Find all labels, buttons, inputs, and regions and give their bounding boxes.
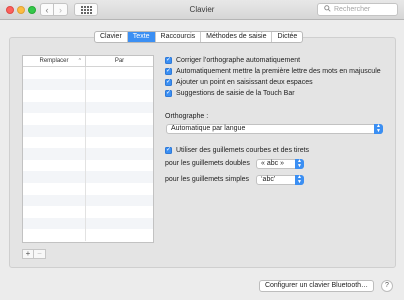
table-row bbox=[23, 171, 153, 183]
configure-bluetooth-keyboard-button[interactable]: Configurer un clavier Bluetooth… bbox=[259, 280, 374, 292]
search-placeholder: Rechercher bbox=[334, 6, 371, 13]
single-quotes-value: ‘abc’ bbox=[261, 176, 276, 183]
table-header: Remplacer ^ Par bbox=[23, 56, 153, 67]
touchbar-suggestions-option[interactable]: ✓ Suggestions de saisie de la Touch Bar bbox=[165, 89, 295, 98]
capitalize-checkbox[interactable]: ✓ bbox=[165, 68, 172, 75]
tab-clavier[interactable]: Clavier bbox=[95, 32, 128, 42]
double-quotes-popup[interactable]: « abc » ▲ ▼ bbox=[256, 159, 304, 169]
tab-raccourcis[interactable]: Raccourcis bbox=[156, 32, 202, 42]
text-replacement-table[interactable]: Remplacer ^ Par bbox=[22, 55, 154, 243]
table-row bbox=[23, 148, 153, 160]
double-space-period-checkbox[interactable]: ✓ bbox=[165, 79, 172, 86]
table-row bbox=[23, 113, 153, 125]
remove-replacement-button[interactable]: − bbox=[34, 249, 46, 259]
double-quotes-label: pour les guillemets doubles bbox=[165, 160, 250, 167]
table-body bbox=[23, 67, 153, 241]
single-quotes-label: pour les guillemets simples bbox=[165, 176, 250, 183]
search-field[interactable]: Rechercher bbox=[317, 3, 398, 16]
table-row bbox=[23, 67, 153, 79]
table-row bbox=[23, 101, 153, 114]
single-quotes-popup[interactable]: ‘abc’ ▲ ▼ bbox=[256, 175, 304, 185]
popup-arrows-icon: ▲ ▼ bbox=[374, 124, 383, 134]
table-row bbox=[23, 124, 153, 137]
search-icon bbox=[324, 5, 331, 14]
column-header-with[interactable]: Par bbox=[86, 56, 153, 67]
table-row bbox=[23, 90, 153, 102]
double-space-period-label: Ajouter un point en saisissant deux espa… bbox=[176, 79, 313, 86]
spelling-popup[interactable]: Automatique par langue ▲ ▼ bbox=[166, 124, 383, 134]
add-replacement-button[interactable]: + bbox=[22, 249, 34, 259]
tab-methodes-de-saisie[interactable]: Méthodes de saisie bbox=[201, 32, 273, 42]
table-row bbox=[23, 206, 153, 218]
table-controls: + − bbox=[22, 249, 46, 259]
autocorrect-option[interactable]: ✓ Corriger l’orthographe automatiquement bbox=[165, 56, 300, 65]
table-row bbox=[23, 136, 153, 149]
help-button[interactable]: ? bbox=[381, 280, 393, 292]
spelling-value: Automatique par langue bbox=[171, 125, 246, 132]
keyboard-preferences-window: ‹ › Clavier Rechercher Clavier Texte Rac… bbox=[0, 0, 404, 300]
touchbar-suggestions-label: Suggestions de saisie de la Touch Bar bbox=[176, 90, 295, 97]
tab-texte[interactable]: Texte bbox=[127, 32, 156, 42]
tab-dictee[interactable]: Dictée bbox=[272, 32, 302, 42]
smart-quotes-label: Utiliser des guillemets courbes et des t… bbox=[176, 147, 310, 154]
autocorrect-checkbox[interactable]: ✓ bbox=[165, 57, 172, 64]
smart-quotes-checkbox[interactable]: ✓ bbox=[165, 147, 172, 154]
capitalize-option[interactable]: ✓ Automatiquement mettre la première let… bbox=[165, 67, 381, 76]
smart-quotes-option[interactable]: ✓ Utiliser des guillemets courbes et des… bbox=[165, 146, 309, 155]
spelling-label: Orthographe : bbox=[165, 113, 209, 120]
autocorrect-label: Corriger l’orthographe automatiquement bbox=[176, 57, 301, 64]
column-header-replace[interactable]: Remplacer ^ bbox=[23, 56, 86, 67]
title-bar: ‹ › Clavier Rechercher bbox=[0, 0, 404, 20]
popup-arrows-icon: ▲ ▼ bbox=[295, 175, 304, 185]
double-space-period-option[interactable]: ✓ Ajouter un point en saisissant deux es… bbox=[165, 78, 313, 87]
capitalize-label: Automatiquement mettre la première lettr… bbox=[176, 68, 381, 75]
double-quotes-value: « abc » bbox=[261, 160, 284, 167]
table-row bbox=[23, 194, 153, 207]
popup-arrows-icon: ▲ ▼ bbox=[295, 159, 304, 169]
table-row bbox=[23, 159, 153, 172]
table-row bbox=[23, 182, 153, 195]
table-row bbox=[23, 78, 153, 91]
touchbar-suggestions-checkbox[interactable]: ✓ bbox=[165, 90, 172, 97]
table-row bbox=[23, 217, 153, 230]
sort-ascending-icon: ^ bbox=[78, 58, 81, 64]
table-row bbox=[23, 229, 153, 241]
tab-bar: Clavier Texte Raccourcis Méthodes de sai… bbox=[94, 31, 304, 43]
